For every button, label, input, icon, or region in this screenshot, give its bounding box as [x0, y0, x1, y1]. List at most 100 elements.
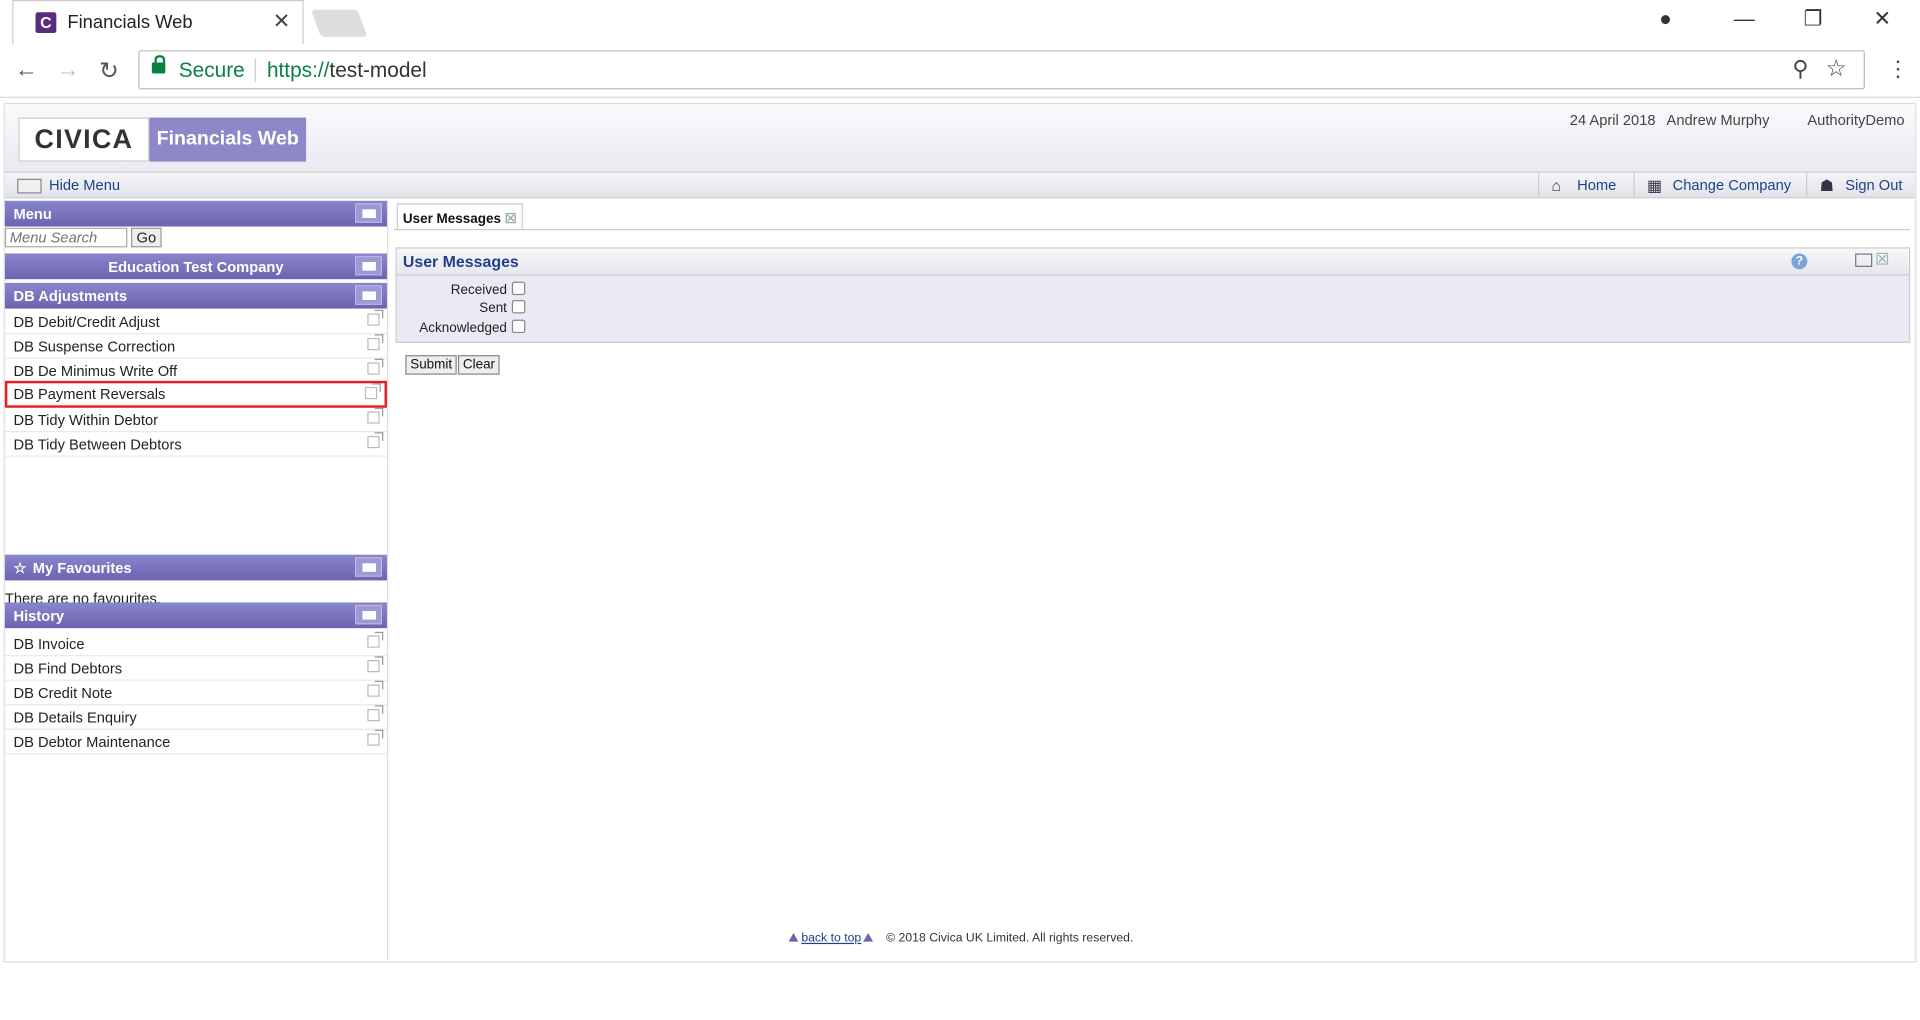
- menu-item-label: DB Payment Reversals: [13, 385, 166, 403]
- open-new-window-icon[interactable]: [367, 680, 384, 697]
- history-item[interactable]: DB Credit Note: [4, 680, 387, 706]
- browser-tab-title: Financials Web: [67, 12, 193, 34]
- footer: back to top © 2018 Civica UK Limited. Al…: [5, 932, 1915, 945]
- favourites-title: My Favourites: [32, 559, 132, 577]
- menu-toggle-icon[interactable]: [355, 203, 383, 223]
- zoom-icon[interactable]: ⚲: [1792, 56, 1808, 82]
- panel-close-icon[interactable]: ☒: [1875, 250, 1889, 270]
- star-icon: ☆: [13, 559, 27, 577]
- forward-icon[interactable]: →: [56, 58, 79, 85]
- section-header: DB Adjustments: [4, 282, 387, 309]
- home-label: Home: [1577, 176, 1617, 194]
- open-new-window-icon[interactable]: [367, 407, 384, 424]
- open-new-window-icon[interactable]: [367, 358, 384, 375]
- building-icon: ▦: [1646, 176, 1662, 196]
- favourites-header: ☆ My Favourites: [4, 554, 387, 581]
- hide-menu-label: Hide Menu: [48, 176, 121, 194]
- civica-logo: CIVICA: [18, 117, 150, 162]
- reload-icon[interactable]: ↻: [99, 58, 118, 86]
- app-toolbar: Hide Menu ⌂ Home ▦ Change Company ☗ Sign Ou…: [4, 171, 1916, 199]
- open-new-window-icon[interactable]: [364, 383, 381, 400]
- sign-out-link[interactable]: ☗ Sign Out: [1806, 172, 1915, 198]
- history-item[interactable]: DB Debtor Maintenance: [4, 729, 387, 755]
- sent-checkbox[interactable]: [511, 300, 526, 314]
- clear-button[interactable]: Clear: [457, 355, 500, 375]
- url-text[interactable]: https://test-model: [267, 59, 427, 83]
- menu-item[interactable]: DB De Minimus Write Off: [4, 358, 387, 384]
- civica-favicon-icon: C: [35, 12, 57, 34]
- company-name: Education Test Company: [108, 258, 284, 276]
- history-item-label: DB Invoice: [13, 635, 85, 653]
- history-item[interactable]: DB Invoice: [4, 631, 387, 657]
- hide-menu-button[interactable]: Hide Menu: [17, 176, 120, 193]
- acknowledged-checkbox[interactable]: [511, 319, 526, 334]
- menu-item[interactable]: DB Tidy Within Debtor: [4, 407, 387, 433]
- favourites-toggle-icon[interactable]: [355, 557, 383, 577]
- open-new-window-icon[interactable]: [367, 656, 384, 673]
- received-label: Received: [450, 282, 507, 298]
- secure-label: Secure: [178, 58, 245, 83]
- menu-item-label: DB De Minimus Write Off: [13, 362, 178, 380]
- go-button[interactable]: Go: [131, 227, 162, 248]
- open-new-window-icon[interactable]: [367, 705, 384, 722]
- history-toggle-icon[interactable]: [355, 604, 383, 625]
- section-up-icon[interactable]: [355, 285, 383, 305]
- submit-button[interactable]: Submit: [405, 355, 458, 375]
- sent-label: Sent: [479, 301, 507, 316]
- open-new-window-icon[interactable]: [367, 631, 384, 648]
- minimize-icon[interactable]: —: [1734, 7, 1755, 31]
- up-arrow-icon: [863, 933, 874, 942]
- new-tab-button[interactable]: [311, 9, 368, 37]
- history-item-label: DB Details Enquiry: [13, 708, 137, 727]
- sidebar: Menu Go Education Test Company DB Adjust…: [4, 200, 389, 961]
- browser-menu-icon[interactable]: ⋮: [1887, 56, 1909, 82]
- company-header: Education Test Company: [4, 253, 387, 280]
- menu-item[interactable]: DB Suspense Correction: [4, 334, 387, 359]
- restore-icon[interactable]: ❐: [1804, 7, 1823, 31]
- company-toggle-icon[interactable]: [355, 255, 383, 276]
- menu-item-label: DB Suspense Correction: [13, 337, 176, 356]
- help-icon[interactable]: ?: [1791, 253, 1808, 270]
- change-company-label: Change Company: [1672, 176, 1792, 194]
- close-tab-icon[interactable]: ✕: [273, 10, 290, 34]
- history-item[interactable]: DB Find Debtors: [4, 656, 387, 681]
- lock-icon: [151, 55, 166, 74]
- menu-item-label: DB Tidy Within Debtor: [13, 411, 159, 429]
- menu-item[interactable]: DB Debit/Credit Adjust: [4, 309, 387, 335]
- browser-tab[interactable]: C Financials Web ✕: [12, 0, 304, 45]
- address-bar[interactable]: Secure https://test-model ⚲ ☆: [138, 50, 1865, 90]
- home-link[interactable]: ⌂ Home: [1537, 172, 1629, 198]
- history-header: History: [4, 602, 387, 629]
- received-checkbox[interactable]: [511, 281, 526, 296]
- menu-search-input[interactable]: [4, 227, 128, 248]
- open-new-window-icon[interactable]: [367, 432, 384, 449]
- user-messages-panel: User Messages ? ☒ Received Sent Acknowle…: [395, 247, 1911, 343]
- sign-out-icon: ☗: [1819, 176, 1834, 196]
- close-window-icon[interactable]: ✕: [1873, 7, 1890, 31]
- menu-item-highlighted[interactable]: DB Payment Reversals: [4, 380, 387, 408]
- close-tab-icon[interactable]: ☒: [505, 212, 517, 227]
- header-date: 24 April 2018: [1569, 111, 1656, 129]
- tab-divider: [394, 228, 1911, 231]
- tab-label: User Messages: [402, 211, 501, 227]
- history-title: History: [13, 607, 65, 625]
- address-divider: [254, 58, 256, 83]
- panel-title: User Messages: [402, 252, 519, 271]
- copyright-text: © 2018 Civica UK Limited. All rights res…: [886, 931, 1134, 946]
- open-new-window-icon[interactable]: [367, 334, 384, 351]
- history-item-label: DB Debtor Maintenance: [13, 733, 171, 751]
- tab-user-messages[interactable]: User Messages ☒: [396, 203, 523, 231]
- menu-item[interactable]: DB Tidy Between Debtors: [4, 432, 387, 457]
- panel-maximize-icon[interactable]: [1855, 253, 1873, 267]
- open-new-window-icon[interactable]: [367, 309, 384, 326]
- history-item[interactable]: DB Details Enquiry: [4, 705, 387, 730]
- profile-icon[interactable]: ●: [1659, 7, 1672, 31]
- history-item-label: DB Find Debtors: [13, 660, 123, 678]
- open-new-window-icon[interactable]: [367, 729, 384, 746]
- back-icon[interactable]: ←: [15, 58, 38, 85]
- change-company-link[interactable]: ▦ Change Company: [1633, 172, 1803, 198]
- url-scheme: https://: [266, 58, 330, 83]
- history-item-label: DB Credit Note: [13, 684, 113, 702]
- bookmark-star-icon[interactable]: ☆: [1826, 55, 1847, 83]
- back-to-top-link[interactable]: back to top: [801, 932, 861, 945]
